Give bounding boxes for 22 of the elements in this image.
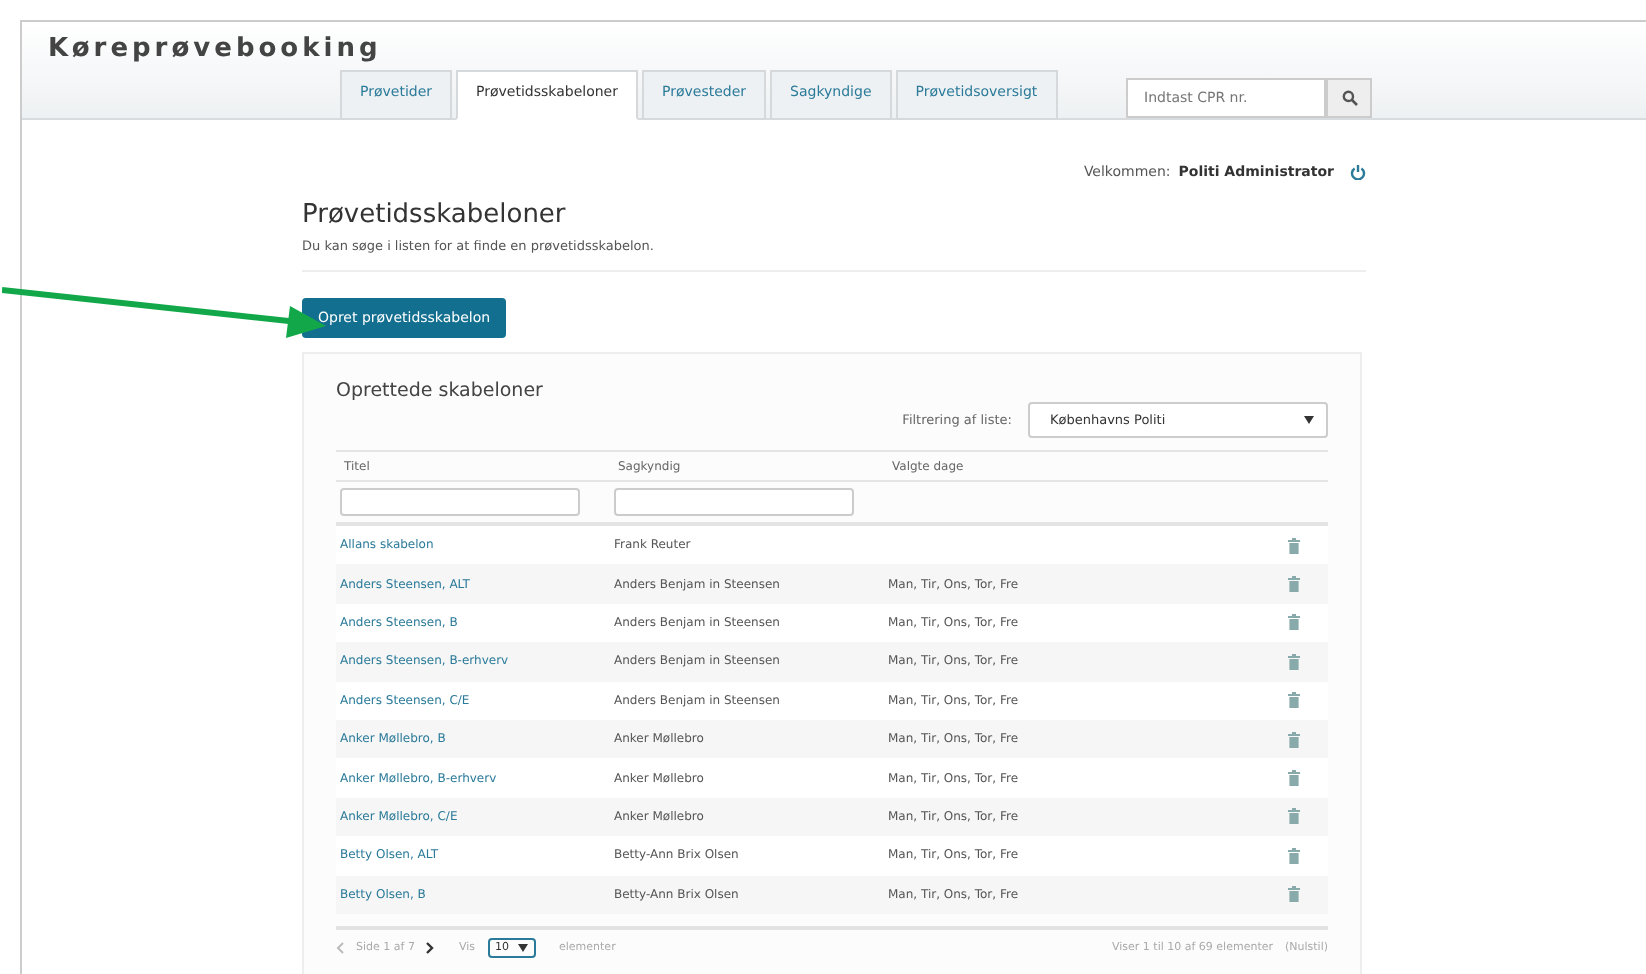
chevron-left-icon[interactable] [336, 941, 344, 954]
expert-filter-field[interactable] [614, 488, 854, 516]
trash-icon[interactable] [1288, 614, 1300, 631]
caret-icon [1304, 416, 1314, 424]
chevron-right-icon[interactable] [426, 941, 435, 954]
app-title: Køreprøvebooking [48, 34, 382, 64]
trash-icon[interactable] [1288, 770, 1300, 787]
title-filter-field[interactable] [340, 488, 580, 516]
trash-icon[interactable] [1288, 537, 1300, 554]
page-title: Prøvetidsskabeloner [302, 200, 568, 230]
trash-icon[interactable] [1288, 731, 1300, 748]
trash-icon[interactable] [1288, 653, 1300, 670]
panel-title: Oprettede skabeloner [336, 380, 545, 402]
caret-icon [517, 943, 527, 952]
trash-icon[interactable] [1288, 886, 1300, 903]
search-icon [1341, 90, 1357, 106]
trash-icon[interactable] [1288, 847, 1300, 864]
search-button[interactable] [1326, 78, 1372, 118]
trash-icon[interactable] [1288, 576, 1300, 593]
trash-icon[interactable] [1288, 692, 1300, 709]
trash-icon[interactable] [1288, 808, 1300, 825]
power-icon[interactable] [1350, 164, 1366, 180]
